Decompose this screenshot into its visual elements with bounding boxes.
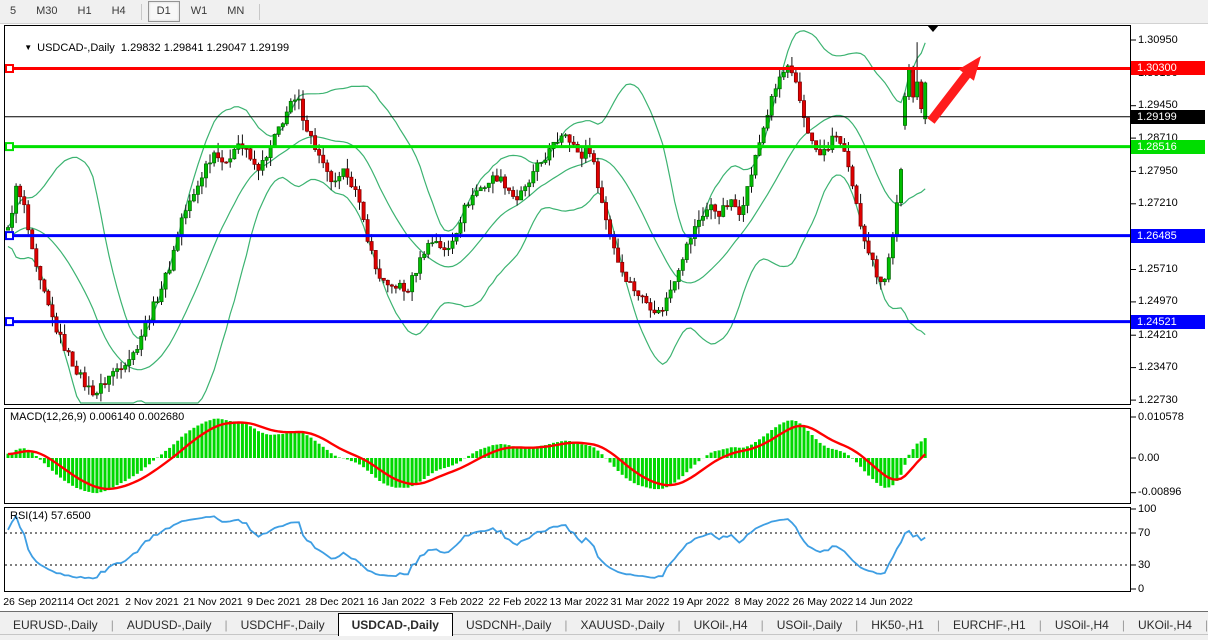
symbol-label: ▼ USDCAD-,Daily 1.29832 1.29841 1.29047 1… — [12, 30, 289, 66]
toolbar-separator — [259, 4, 260, 20]
chart-tab-usdchf-daily[interactable]: USDCHF-,Daily — [228, 615, 338, 635]
price-tick-label: 1.24970 — [1138, 295, 1178, 308]
price-tick-label: 1.24210 — [1138, 329, 1178, 342]
macd-tick-label: -0.00896 — [1138, 486, 1181, 499]
date-label: 13 Mar 2022 — [550, 596, 609, 608]
chart-tab-ukoil-h4[interactable]: UKOil-,H4 — [681, 615, 761, 635]
chart-tab-usoil-daily[interactable]: USOil-,Daily — [764, 615, 855, 635]
chevron-down-icon[interactable]: ▼ — [24, 43, 32, 52]
status-bar — [0, 634, 1208, 640]
date-label: 14 Jun 2022 — [855, 596, 913, 608]
price-box-label: 1.26485 — [1131, 229, 1205, 243]
chart-tab-bar: EURUSD-,Daily|AUDUSD-,Daily|USDCHF-,Dail… — [0, 611, 1208, 635]
rsi-tick-label: 30 — [1138, 559, 1150, 572]
timeframe-toolbar: 5M30H1H4 D1W1MN — [0, 0, 1208, 24]
date-label: 26 May 2022 — [793, 596, 854, 608]
rsi-tick-label: 70 — [1138, 527, 1150, 540]
chart-tab-usoil-h4[interactable]: USOil-,H4 — [1042, 615, 1122, 635]
trading-terminal-window: 5M30H1H4 D1W1MN ▼ USDCAD-,Daily 1.29832 1.… — [0, 0, 1208, 640]
rsi-tick-label: 0 — [1138, 583, 1144, 596]
price-box-label: 1.28516 — [1131, 140, 1205, 154]
ohlc-values: 1.29832 1.29841 1.29047 1.29199 — [121, 42, 289, 54]
rsi-tick-label: 100 — [1138, 503, 1156, 516]
date-label: 9 Dec 2021 — [247, 596, 301, 608]
toolbar-separator — [141, 4, 142, 20]
price-box-label: 1.30300 — [1131, 61, 1205, 75]
rsi-label: RSI(14) 57.6500 — [10, 510, 91, 522]
date-axis: 26 Sep 202114 Oct 2021 2 Nov 2021 21 Nov 2… — [0, 592, 1208, 611]
timeframe-button-d1[interactable]: D1 — [148, 1, 180, 22]
date-label: 22 Feb 2022 — [489, 596, 548, 608]
date-label: 3 Feb 2022 — [430, 596, 483, 608]
chart-tab-eurchf-h1[interactable]: EURCHF-,H1 — [940, 615, 1039, 635]
timeframe-button-h4[interactable]: H4 — [103, 1, 135, 22]
price-tick-label: 1.27210 — [1138, 197, 1178, 210]
timeframe-button-h1[interactable]: H1 — [69, 1, 101, 22]
chart-tab-audusd-daily[interactable]: AUDUSD-,Daily — [114, 615, 225, 635]
date-label: 21 Nov 2021 — [183, 596, 243, 608]
symbol-name: USDCAD-,Daily — [37, 42, 115, 54]
macd-label: MACD(12,26,9) 0.006140 0.002680 — [10, 411, 184, 423]
date-label: 8 May 2022 — [735, 596, 790, 608]
date-label: 19 Apr 2022 — [673, 596, 730, 608]
chart-tab-ukoil-h4[interactable]: UKOil-,H4 — [1125, 615, 1205, 635]
chart-tab-hk50-h1[interactable]: HK50-,H1 — [858, 615, 937, 635]
chart-tab-xauusd-daily[interactable]: XAUUSD-,Daily — [567, 615, 677, 635]
date-label: 28 Dec 2021 — [305, 596, 365, 608]
macd-tick-label: 0.00 — [1138, 452, 1159, 465]
rsi-indicator-pane[interactable] — [4, 507, 1131, 592]
main-chart-pane[interactable] — [4, 25, 1131, 405]
date-label: 31 Mar 2022 — [611, 596, 670, 608]
price-tick-label: 1.27950 — [1138, 165, 1178, 178]
date-label: 14 Oct 2021 — [62, 596, 119, 608]
price-tick-label: 1.23470 — [1138, 361, 1178, 374]
chart-tab-usdcnh-daily[interactable]: USDCNH-,Daily — [453, 615, 564, 635]
date-label: 2 Nov 2021 — [125, 596, 179, 608]
price-box-label: 1.29199 — [1131, 110, 1205, 124]
chart-tab-eurusd-daily[interactable]: EURUSD-,Daily — [0, 615, 111, 635]
timeframe-button-mn[interactable]: MN — [218, 1, 253, 22]
price-box-label: 1.24521 — [1131, 315, 1205, 329]
macd-tick-label: 0.010578 — [1138, 411, 1184, 424]
chart-tab-usdcad-daily[interactable]: USDCAD-,Daily — [338, 613, 453, 636]
price-tick-label: 1.25710 — [1138, 263, 1178, 276]
price-tick-label: 1.30950 — [1138, 34, 1178, 47]
timeframe-button-m30[interactable]: M30 — [27, 1, 66, 22]
timeframe-button-w1[interactable]: W1 — [182, 1, 217, 22]
price-tick-label: 1.22730 — [1138, 394, 1178, 407]
date-label: 26 Sep 2021 — [3, 596, 63, 608]
date-label: 16 Jan 2022 — [367, 596, 425, 608]
timeframe-button-5[interactable]: 5 — [1, 1, 25, 22]
